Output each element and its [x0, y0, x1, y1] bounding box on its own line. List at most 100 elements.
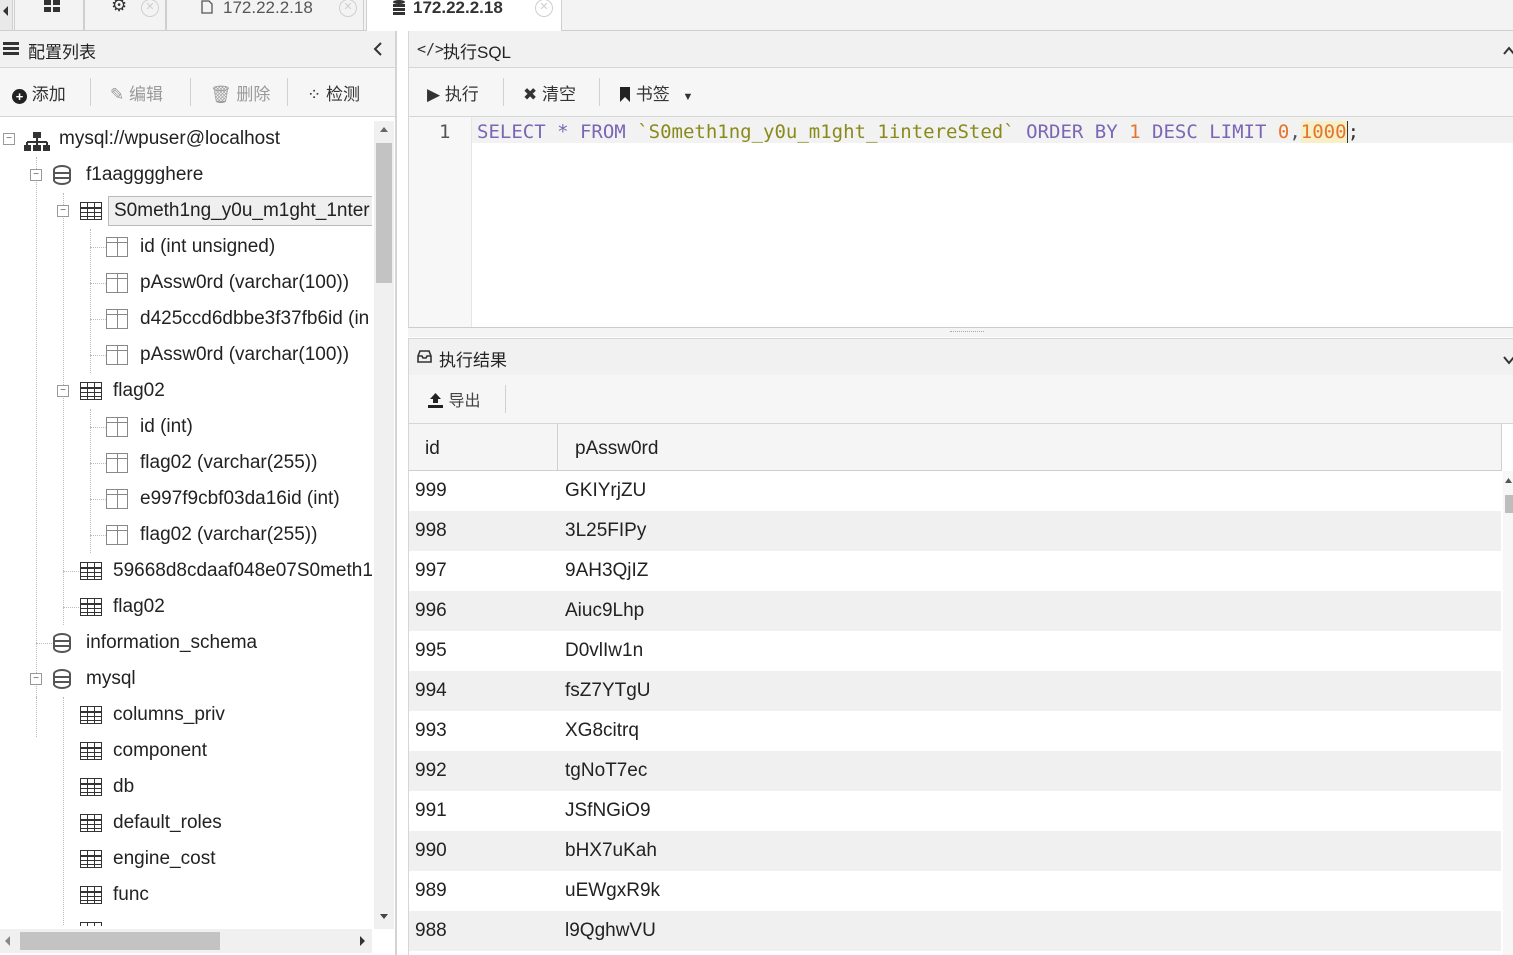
result-toolbar: 导出	[408, 375, 1513, 424]
cell-id: 990	[415, 840, 447, 861]
table-row[interactable]: 988 l9QghwVU	[409, 911, 1501, 951]
table-row[interactable]: 990 bHX7uKah	[409, 831, 1501, 871]
cell-id: 995	[415, 640, 447, 661]
tab-label: 172.22.2.18	[223, 0, 313, 17]
table-icon	[80, 886, 102, 904]
tab-database[interactable]: 172.22.2.18 ✕	[366, 0, 562, 31]
tree-node-label: component	[113, 740, 208, 761]
sql-editor[interactable]: 1 SELECT * FROM `S0meth1ng_y0u_m1ght_1in…	[408, 117, 1513, 328]
tab-close-icon[interactable]: ✕	[141, 0, 159, 17]
cell-password: fsZ7YTgU	[565, 680, 651, 701]
collapse-up-icon[interactable]	[1503, 43, 1513, 61]
clear-button[interactable]: ✖ 清空	[523, 80, 576, 105]
table-row[interactable]: 991 JSfNGiO9	[409, 791, 1501, 831]
tree-node-label: f1aagggghere	[86, 164, 204, 185]
sql-keyword: SELECT	[477, 121, 546, 143]
cell-password: l9QghwVU	[565, 920, 656, 941]
table-row[interactable]: 989 uEWgxR9k	[409, 871, 1501, 911]
tab-close-icon[interactable]: ✕	[339, 0, 357, 17]
collapse-toggle-icon[interactable]: −	[30, 169, 42, 181]
tree-node-label: default_roles	[113, 812, 222, 833]
toolbar-separator	[190, 78, 191, 106]
table-row[interactable]: 999 GKIYrjZU	[409, 471, 1501, 511]
tree-vertical-scrollbar[interactable]	[374, 121, 394, 929]
sql-keyword: FROM	[579, 121, 626, 143]
edit-button[interactable]: ✎ 编辑	[110, 80, 163, 105]
trash-icon: 🗑	[210, 85, 232, 104]
tree-node-label: id (int unsigned)	[140, 236, 276, 257]
tree-node-label: func	[113, 884, 149, 905]
tree-node-database[interactable]: − f1aagggghere	[0, 157, 372, 193]
toolbar-separator	[505, 385, 506, 413]
scroll-left-icon[interactable]	[0, 0, 13, 30]
table-row[interactable]: 995 D0vlIw1n	[409, 631, 1501, 671]
cell-password: 9AH3QjIZ	[565, 560, 649, 581]
scroll-left-icon[interactable]	[0, 929, 16, 953]
cell-password: D0vlIw1n	[565, 640, 644, 661]
toolbar-separator	[90, 78, 91, 106]
close-icon: ✖	[523, 85, 538, 104]
panel-splitter[interactable]	[408, 328, 1513, 337]
export-button[interactable]: 导出	[427, 387, 480, 411]
bookmark-icon	[619, 85, 636, 104]
table-icon	[80, 814, 102, 832]
collapse-down-icon[interactable]	[1503, 352, 1513, 370]
sql-panel-header: </> 执行SQL	[408, 31, 1513, 68]
tree-vertical-scroll-thumb[interactable]	[376, 143, 392, 283]
tab-settings[interactable]: ⚙ ✕	[84, 0, 166, 30]
tree-horizontal-scrollbar[interactable]	[0, 929, 372, 953]
scroll-up-icon[interactable]	[1503, 475, 1513, 485]
tree-node-label: columns_priv	[113, 704, 225, 725]
collapse-toggle-icon[interactable]: −	[3, 133, 15, 145]
cell-password: bHX7uKah	[565, 840, 657, 861]
table-row[interactable]: 994 fsZ7YTgU	[409, 671, 1501, 711]
collapse-toggle-icon[interactable]: −	[30, 673, 42, 685]
detect-button[interactable]: ⁘ 检测	[307, 80, 360, 105]
table-row[interactable]: 996 Aiuc9Lhp	[409, 591, 1501, 631]
bookmark-dropdown-button[interactable]: 书签 ▼	[619, 80, 693, 105]
tree-node-label: mysql://wpuser@localhost	[59, 128, 280, 149]
run-button[interactable]: ▶ 执行	[427, 80, 479, 105]
collapse-toggle-icon[interactable]: −	[57, 385, 69, 397]
tab-label: 172.22.2.18	[413, 0, 503, 17]
tab-home[interactable]	[14, 0, 84, 30]
collapse-toggle-icon[interactable]: −	[57, 205, 69, 217]
config-list-toolbar: + 添加 ✎ 编辑 🗑 删除 ⁘ 检测	[0, 68, 395, 117]
scroll-up-icon[interactable]	[374, 121, 394, 137]
column-icon	[106, 345, 128, 365]
table-row[interactable]: 997 9AH3QjIZ	[409, 551, 1501, 591]
column-icon	[106, 525, 128, 545]
sql-number: 1000	[1300, 121, 1347, 143]
delete-button[interactable]: 🗑 删除	[210, 80, 270, 105]
result-grid: id pAssw0rd 999 GKIYrjZU 998 3L25FIPy 997 9…	[408, 424, 1513, 955]
sql-query-text[interactable]: SELECT * FROM `S0meth1ng_y0u_m1ght_1inte…	[477, 120, 1360, 144]
sql-keyword: ORDER BY	[1026, 121, 1118, 143]
tree-node-label: flag02	[113, 380, 165, 401]
collapse-left-icon[interactable]	[372, 41, 384, 62]
tab-close-icon[interactable]: ✕	[535, 0, 553, 17]
cell-password: 3L25FIPy	[565, 520, 647, 541]
tab-file[interactable]: 172.22.2.18 ✕	[166, 0, 364, 30]
result-vertical-scrollbar[interactable]	[1503, 471, 1513, 955]
column-header-password[interactable]: pAssw0rd	[558, 424, 1498, 470]
tree-horizontal-scroll-thumb[interactable]	[20, 932, 220, 950]
column-header-id[interactable]: id	[409, 424, 558, 470]
cell-id: 997	[415, 560, 447, 581]
toolbar-separator	[599, 78, 600, 106]
play-icon: ▶	[427, 85, 441, 104]
cell-password: XG8citrq	[565, 720, 639, 741]
scroll-right-icon[interactable]	[354, 929, 370, 953]
tree-node-label: mysql	[86, 668, 136, 689]
edit-icon: ✎	[110, 85, 125, 104]
inbox-icon	[417, 350, 432, 368]
connection-tree: − mysql://wpuser@localhost − f1aaggggher…	[0, 121, 372, 926]
scroll-down-icon[interactable]	[374, 909, 394, 925]
add-button[interactable]: + 添加	[12, 80, 66, 105]
table-row[interactable]: 998 3L25FIPy	[409, 511, 1501, 551]
result-panel-header: 执行结果	[408, 338, 1513, 376]
tree-node-table-selected[interactable]: − S0meth1ng_y0u_m1ght_1nter	[0, 193, 372, 229]
table-row[interactable]: 992 tgNoT7ec	[409, 751, 1501, 791]
result-vertical-scroll-thumb[interactable]	[1505, 495, 1513, 513]
table-row[interactable]: 993 XG8citrq	[409, 711, 1501, 751]
sql-number: 0	[1277, 121, 1290, 143]
